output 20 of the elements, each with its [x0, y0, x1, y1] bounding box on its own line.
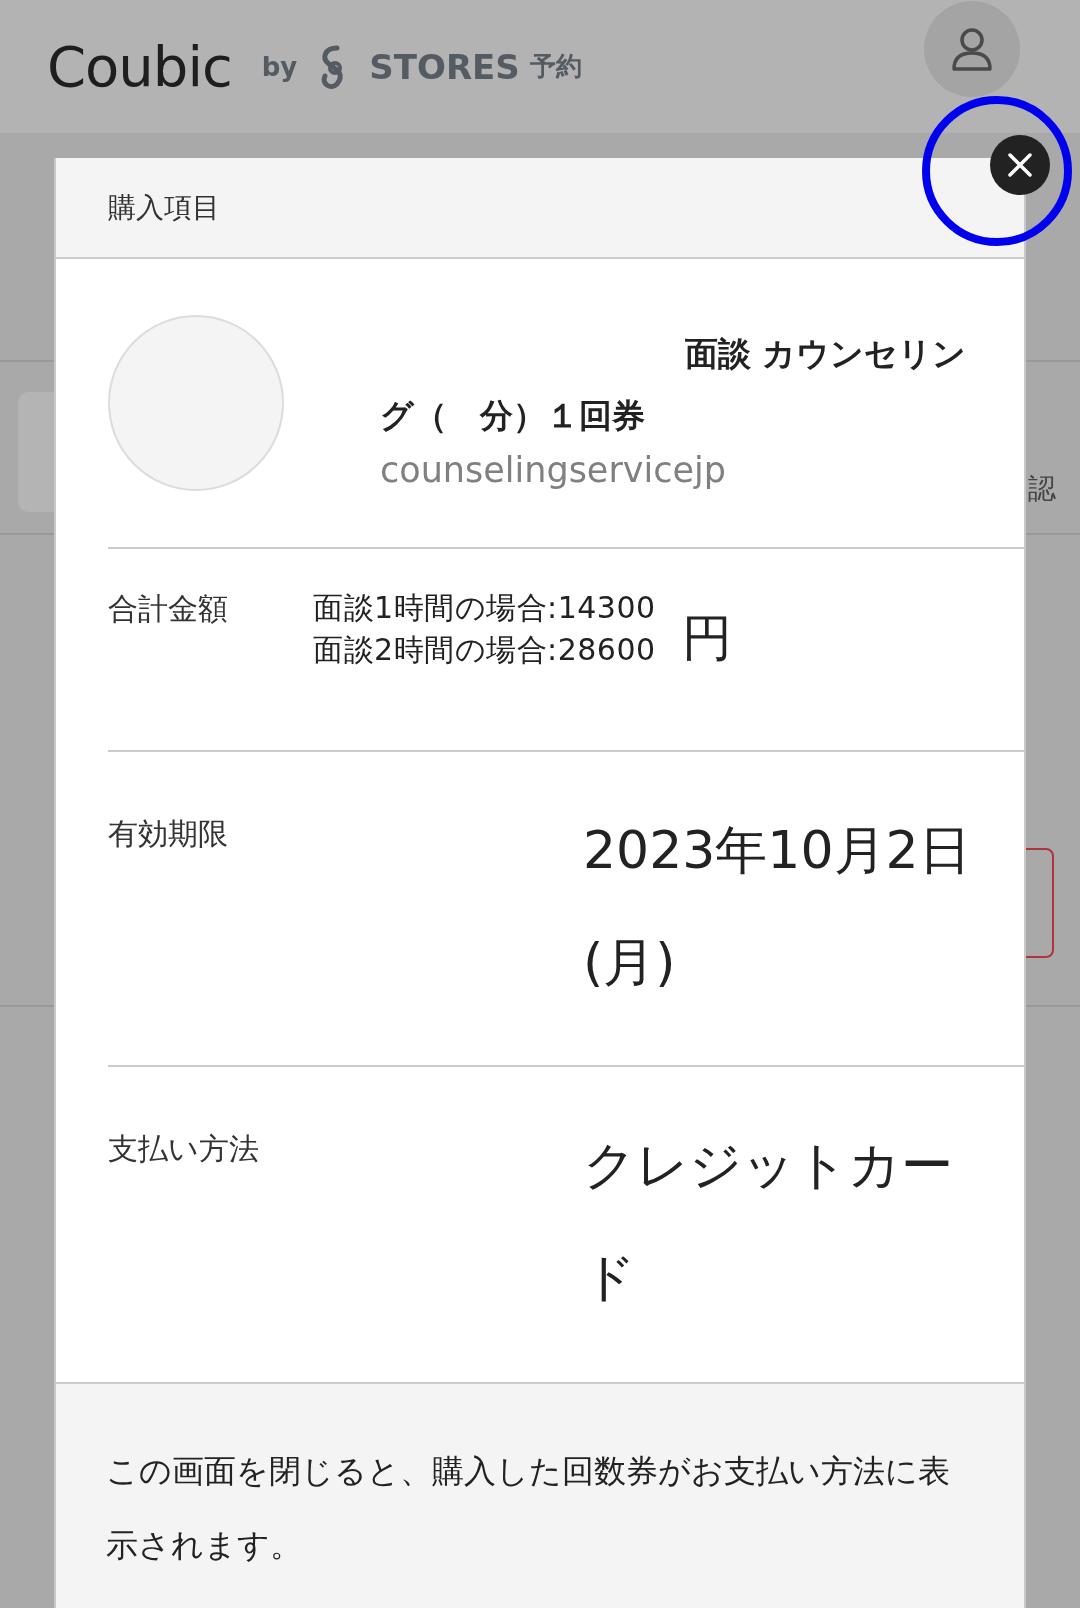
- row-label: 支払い方法: [108, 1130, 260, 1168]
- currency-unit: 円: [681, 608, 732, 669]
- row-label: 有効期限: [108, 815, 229, 853]
- brand-suffix: 予約: [529, 50, 582, 83]
- brand-name: STORES: [369, 46, 520, 87]
- row-value: クレジットカード: [583, 1134, 954, 1309]
- background-text: 認: [1028, 471, 1056, 507]
- close-icon: [1007, 152, 1033, 178]
- shop-name: counselingservicejp: [380, 449, 727, 492]
- logo-by: by: [261, 51, 298, 82]
- row-value: 2023年10月2日(月): [583, 819, 972, 994]
- row-label: 合計金額: [108, 590, 229, 628]
- price-line: 面談2時間の場合:28600: [313, 631, 656, 669]
- dialog-title: 購入項目: [108, 189, 220, 226]
- notice-text: この画面を閉じると、購入した回数券がお支払い方法に表示されます。: [106, 1451, 951, 1566]
- close-button[interactable]: [990, 135, 1050, 195]
- price-line: 面談1時間の場合:14300: [313, 589, 656, 627]
- user-icon: [951, 26, 993, 71]
- logo[interactable]: Coubic: [47, 34, 232, 99]
- item-name: 面談 カウンセリング（ 分）１回券: [380, 333, 968, 437]
